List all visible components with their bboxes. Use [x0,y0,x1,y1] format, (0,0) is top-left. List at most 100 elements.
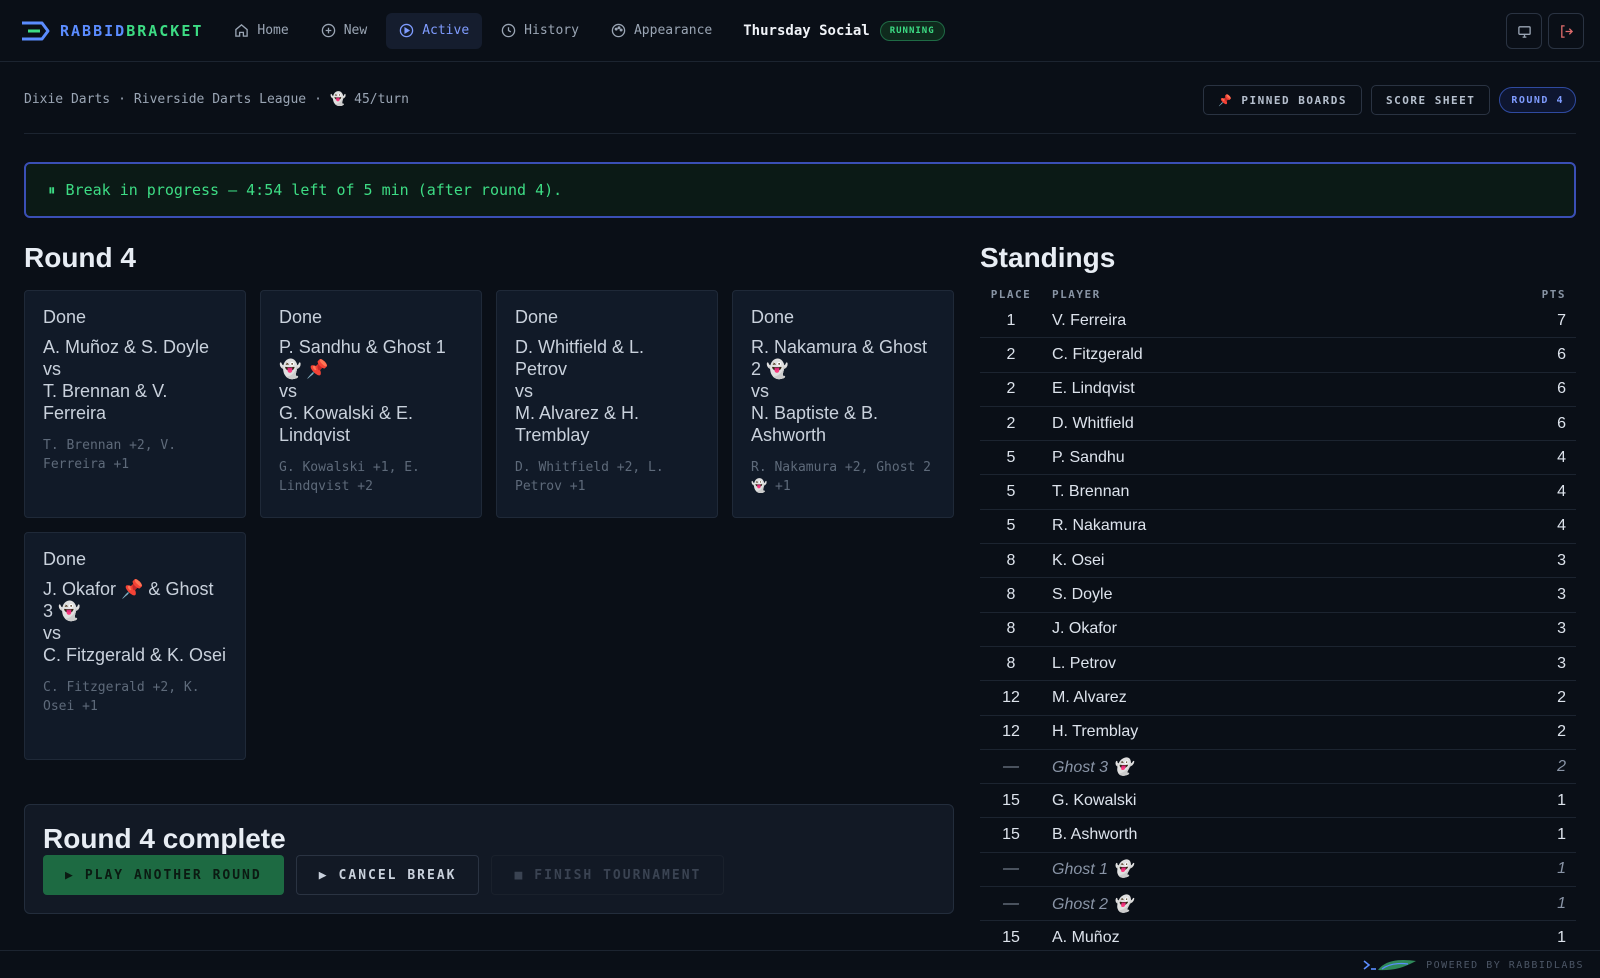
subheader-actions: 📌 PINNED BOARDS SCORE SHEET ROUND 4 [1203,85,1576,115]
player-cell: R. Nakamura [1052,517,1147,535]
place-cell: — [1003,757,1019,775]
logout-button[interactable] [1548,13,1584,49]
round-complete-panel: Round 4 complete ▶ PLAY ANOTHER ROUND ▶ … [24,804,954,914]
round-badge: ROUND 4 [1499,87,1576,113]
palette-icon [611,23,626,38]
tournament-header: Thursday Social RUNNING [743,20,945,41]
table-row: 15 G. Kowalski 1 [980,784,1576,819]
match-result: R. Nakamura +2, Ghost 2 👻 +1 [751,460,932,494]
pts-cell: 3 [1557,586,1566,604]
pts-cell: 2 [1557,688,1566,706]
cancel-break-button[interactable]: ▶ CANCEL BREAK [295,855,480,895]
nav-appearance[interactable]: Appearance [598,13,725,49]
display-mode-button[interactable] [1506,13,1542,49]
player-cell: S. Doyle [1052,586,1113,604]
monitor-icon [1517,25,1531,38]
place-cell: 5 [1006,483,1016,501]
match-card[interactable]: Done J. Okafor 📌 & Ghost 3 👻 vs C. Fitzg… [24,532,246,760]
footer: POWERED BY RABBIDLABS [0,950,1600,978]
match-result: D. Whitfield +2, L. Petrov +1 [515,460,664,494]
nav-home[interactable]: Home [221,13,301,49]
place-cell: 8 [1006,620,1016,638]
place-cell: — [1003,894,1019,912]
pts-cell: 3 [1557,654,1566,672]
team-a: R. Nakamura & Ghost 2 👻 [751,337,928,379]
match-card[interactable]: Done R. Nakamura & Ghost 2 👻 vs N. Bapti… [732,290,954,518]
status-badge: RUNNING [879,20,945,41]
player-cell: C. Fitzgerald [1052,345,1143,363]
round-title: Round 4 [24,242,136,273]
pause-icon: ⏸ [48,181,56,199]
pts-cell: 1 [1557,894,1566,912]
rabbidlabs-logo-icon [1363,959,1417,971]
nav-history[interactable]: History [488,13,592,49]
pts-cell: 2 [1557,723,1566,741]
game-name: Dixie Darts [24,92,111,107]
player-cell: H. Tremblay [1052,723,1139,741]
nav-active[interactable]: Active [386,12,483,49]
logout-icon [1560,24,1573,38]
tournament-title: Thursday Social [743,22,870,39]
top-navigation-bar: RABBIDBRACKET Home New Active History Ap… [0,0,1600,62]
clock-icon [501,23,516,38]
team-b: T. Brennan & V. Ferreira [43,381,168,423]
pinned-boards-button[interactable]: 📌 PINNED BOARDS [1203,85,1362,115]
pts-cell: 6 [1557,380,1566,398]
nav-home-label: Home [257,23,289,38]
pts-cell: 3 [1557,620,1566,638]
table-row: — Ghost 3 👻 2 [980,750,1576,785]
brand[interactable]: RABBIDBRACKET [20,20,203,42]
nav-active-label: Active [422,23,470,38]
table-row: 2 C. Fitzgerald 6 [980,338,1576,373]
player-header: PLAYER [1052,287,1101,301]
top-actions [1506,13,1584,49]
player-cell: B. Ashworth [1052,826,1138,844]
breadcrumb-separator: · [314,92,322,107]
match-result: G. Kowalski +1, E. Lindqvist +2 [279,460,420,494]
pts-cell: 1 [1557,791,1566,809]
player-cell: Ghost 1 👻 [1052,861,1133,879]
pinned-boards-label: PINNED BOARDS [1241,93,1347,107]
place-cell: 15 [1002,826,1020,844]
player-cell: T. Brennan [1052,483,1130,501]
nav-history-label: History [524,23,579,38]
player-cell: A. Muñoz [1052,928,1120,946]
match-card[interactable]: Done D. Whitfield & L. Petrov vs M. Alva… [496,290,718,518]
place-cell: 8 [1006,654,1016,672]
place-cell: 8 [1006,551,1016,569]
player-cell: Ghost 2 👻 [1052,895,1133,913]
team-b: G. Kowalski & E. Lindqvist [279,403,414,445]
league-name: Riverside Darts League [133,92,307,107]
versus-label: vs [279,381,297,401]
player-cell: G. Kowalski [1052,791,1137,809]
match-result: T. Brennan +2, V. Ferreira +1 [43,438,177,472]
table-row: 2 E. Lindqvist 6 [980,373,1576,407]
play-another-round-button[interactable]: ▶ PLAY ANOTHER ROUND [43,855,284,895]
cancel-break-label: CANCEL BREAK [338,867,457,883]
place-cell: 15 [1002,928,1020,946]
standings-body: 1 V. Ferreira 7 2 C. Fitzgerald 6 2 E. Lindqvis… [980,304,1576,956]
table-row: 15 B. Ashworth 1 [980,818,1576,853]
player-cell: D. Whitfield [1052,414,1134,432]
place-cell: 1 [1006,311,1016,329]
table-row: — Ghost 1 👻 1 [980,853,1576,888]
versus-label: vs [515,381,533,401]
match-card[interactable]: Done P. Sandhu & Ghost 1 👻 📌 vs G. Kowal… [260,290,482,518]
pts-cell: 4 [1557,517,1566,535]
team-a: J. Okafor 📌 & Ghost 3 👻 [43,579,214,621]
player-cell: P. Sandhu [1052,448,1125,466]
pts-cell: 6 [1557,345,1566,363]
score-sheet-button[interactable]: SCORE SHEET [1370,85,1491,115]
nav-new[interactable]: New [308,13,380,49]
place-cell: 12 [1002,688,1020,706]
place-cell: 5 [1006,517,1016,535]
finish-tournament-button[interactable]: ■ FINISH TOURNAMENT [491,855,725,895]
place-cell: — [1003,860,1019,878]
place-cell: 5 [1006,448,1016,466]
table-row: 5 T. Brennan 4 [980,475,1576,510]
team-b: N. Baptiste & B. Ashworth [751,403,879,445]
place-cell: 12 [1002,723,1020,741]
versus-label: vs [43,359,61,379]
match-card[interactable]: Done A. Muñoz & S. Doyle vs T. Brennan &… [24,290,246,518]
standings-table: PLACE PLAYER PTS 1 V. Ferreira 7 2 C. Fitzge… [980,284,1576,956]
